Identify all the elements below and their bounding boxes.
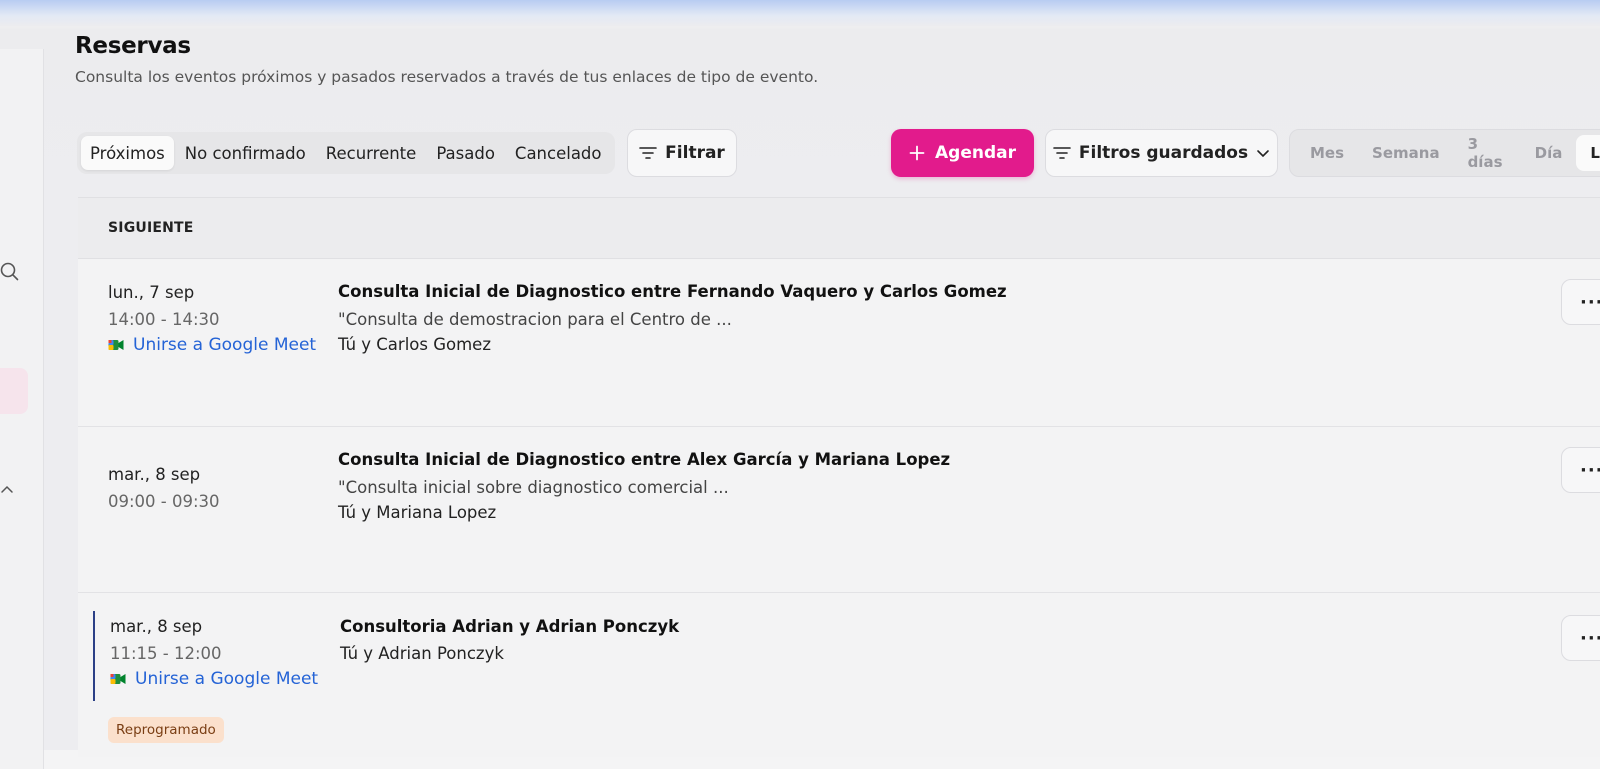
schedule-button-label: Agendar [935,143,1016,163]
view-day[interactable]: Día [1521,135,1577,171]
booking-description: "Consulta de demostracion para el Centro… [338,310,732,329]
view-list[interactable]: Lis [1576,135,1600,171]
booking-time: 09:00 - 09:30 [108,492,220,511]
more-icon: ··· [1580,627,1600,649]
view-month[interactable]: Mes [1296,135,1358,171]
booking-date: lun., 7 sep [108,283,195,302]
rescheduled-accent-bar [93,611,95,701]
booking-attendees: Tú y Adrian Ponczyk [340,644,504,663]
page-subtitle: Consulta los eventos próximos y pasados … [75,68,819,86]
meet-link-label: Unirse a Google Meet [135,669,319,689]
filter-icon [1053,147,1071,159]
booking-row[interactable]: mar., 8 sep 11:15 - 12:00 Unirse a Googl… [78,593,1600,763]
booking-time: 11:15 - 12:00 [110,644,222,663]
filter-icon [639,147,657,159]
tab-past[interactable]: Pasado [427,136,504,170]
filter-button-label: Filtrar [665,143,725,163]
search-icon[interactable] [0,262,20,282]
view-switcher: Mes Semana 3 días Día Lis [1289,129,1600,177]
chevron-down-icon [1257,150,1269,158]
sidebar [0,49,44,769]
more-icon: ··· [1580,459,1600,481]
sidebar-item-active[interactable] [0,368,28,414]
meet-link[interactable]: Unirse a Google Meet [108,335,316,355]
tab-cancelled[interactable]: Cancelado [506,136,611,170]
booking-date: mar., 8 sep [110,617,203,636]
chevron-up-icon[interactable] [0,483,14,497]
more-options-button[interactable]: ··· [1561,615,1600,661]
booking-attendees: Tú y Mariana Lopez [338,503,497,522]
view-week[interactable]: Semana [1358,135,1454,171]
status-badge: Reprogramado [108,717,224,743]
saved-filters-button[interactable]: Filtros guardados [1045,129,1278,177]
tab-recurring[interactable]: Recurrente [317,136,426,170]
view-3-days[interactable]: 3 días [1454,135,1521,171]
booking-row[interactable]: mar., 8 sep 09:00 - 09:30 Consulta Inici… [78,427,1600,593]
booking-time: 14:00 - 14:30 [108,310,220,329]
tab-unconfirmed[interactable]: No confirmado [176,136,315,170]
booking-title: Consulta Inicial de Diagnostico entre Fe… [338,282,1007,301]
booking-row[interactable]: lun., 7 sep 14:00 - 14:30 Unirse a Googl… [78,259,1600,427]
meet-link-label: Unirse a Google Meet [133,335,317,355]
plus-icon [909,145,925,161]
filter-button[interactable]: Filtrar [627,129,737,177]
more-options-button[interactable]: ··· [1561,447,1600,493]
page-title: Reservas [75,33,191,59]
booking-title: Consulta Inicial de Diagnostico entre Al… [338,450,951,469]
booking-attendees: Tú y Carlos Gomez [338,335,491,354]
google-meet-icon [110,674,126,684]
meet-link[interactable]: Unirse a Google Meet [110,669,318,689]
schedule-button[interactable]: Agendar [891,129,1034,177]
booking-description: "Consulta inicial sobre diagnostico come… [338,478,729,497]
booking-title: Consultoria Adrian y Adrian Ponczyk [340,617,680,636]
status-tabs: Próximos No confirmado Recurrente Pasado… [77,132,615,174]
section-label: SIGUIENTE [108,220,194,236]
booking-date: mar., 8 sep [108,465,201,484]
more-options-button[interactable]: ··· [1561,279,1600,325]
list-section-header: SIGUIENTE [78,197,1600,259]
more-icon: ··· [1580,291,1600,313]
bookings-list: SIGUIENTE lun., 7 sep 14:00 - 14:30 Unir… [78,197,1600,757]
browser-top-gradient [0,0,1600,26]
saved-filters-label: Filtros guardados [1078,143,1249,163]
tab-upcoming[interactable]: Próximos [81,136,174,170]
google-meet-icon [108,340,124,350]
